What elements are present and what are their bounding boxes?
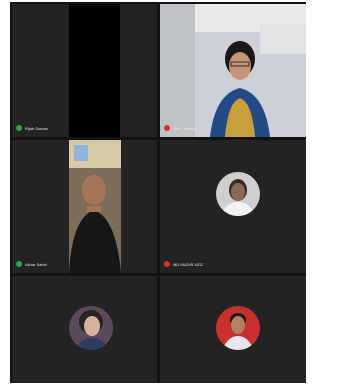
participant-name: MD MUDIR AZIZ xyxy=(173,261,203,267)
participant-tile[interactable]: Akhar Sahni xyxy=(12,140,157,273)
participant-tile[interactable]: Ritu Chandra xyxy=(160,4,306,137)
mic-muted-icon xyxy=(164,125,170,131)
mic-muted-icon xyxy=(164,261,170,267)
participant-name: Ritu Chandra xyxy=(173,125,197,131)
participant-video xyxy=(160,4,306,137)
participant-tile[interactable]: MD MUDIR AZIZ xyxy=(160,140,306,273)
avatar xyxy=(216,172,260,216)
participant-name: Rijah Suman xyxy=(25,125,48,131)
avatar xyxy=(69,306,113,350)
participant-tile[interactable] xyxy=(160,276,306,383)
avatar xyxy=(216,306,260,350)
participant-tile[interactable] xyxy=(12,276,157,383)
participant-video xyxy=(12,140,157,273)
video-call-grid: Mic fil Recording [03:03] 88 Rijah Suman xyxy=(10,2,306,383)
mic-on-icon xyxy=(16,261,22,267)
participant-tile[interactable]: Rijah Suman xyxy=(12,4,157,137)
video-feed-black xyxy=(69,4,120,137)
participant-name: Akhar Sahni xyxy=(25,261,47,267)
mic-on-icon xyxy=(16,125,22,131)
